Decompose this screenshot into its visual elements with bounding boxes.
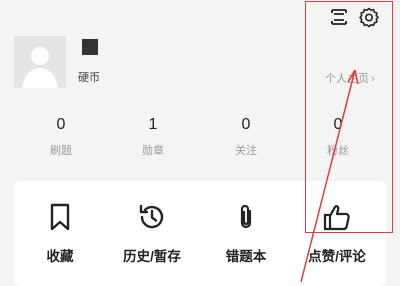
stats-row: 0 刷题 1 勋章 0 关注 0 粉丝 (0, 112, 400, 168)
action-label: 点赞/评论 (308, 249, 366, 264)
stat-questions[interactable]: 0 刷题 (31, 112, 91, 158)
default-avatar-icon (14, 36, 66, 88)
stat-following[interactable]: 0 关注 (216, 112, 276, 158)
thumbs-up-icon (321, 201, 353, 233)
stat-label: 勋章 (142, 145, 164, 157)
action-label: 收藏 (46, 249, 74, 264)
stat-value: 0 (56, 116, 66, 133)
action-likes-comments[interactable]: 点赞/评论 (297, 181, 377, 281)
stat-value: 0 (333, 116, 343, 133)
coin-badge: 硬币 (78, 72, 100, 84)
stat-value: 0 (241, 116, 251, 133)
profile-link[interactable]: 个人主页 › (325, 70, 375, 86)
stat-label: 刷题 (50, 145, 72, 157)
avatar[interactable] (14, 36, 66, 88)
paperclip-icon (230, 201, 262, 233)
profile-link-label: 个人主页 (325, 73, 369, 85)
stat-value: 1 (148, 116, 158, 133)
actions-card: 收藏 历史/暂存 错题本 点赞/评论 (14, 181, 386, 286)
gear-icon[interactable] (358, 6, 380, 28)
action-label: 错题本 (225, 249, 267, 264)
action-label: 历史/暂存 (123, 249, 181, 264)
stat-label: 关注 (235, 145, 257, 157)
stat-followers[interactable]: 0 粉丝 (308, 112, 368, 158)
stat-label: 粉丝 (327, 145, 349, 157)
username-block (82, 39, 98, 55)
stat-medals[interactable]: 1 勋章 (123, 112, 183, 158)
action-history[interactable]: 历史/暂存 (112, 181, 192, 281)
top-bar (0, 0, 400, 34)
chevron-right-icon: › (371, 73, 375, 85)
bookmark-icon (44, 201, 76, 233)
history-icon (136, 201, 168, 233)
action-mistakes[interactable]: 错题本 (206, 181, 286, 281)
action-favorites[interactable]: 收藏 (20, 181, 100, 281)
scan-list-icon[interactable] (328, 6, 350, 28)
